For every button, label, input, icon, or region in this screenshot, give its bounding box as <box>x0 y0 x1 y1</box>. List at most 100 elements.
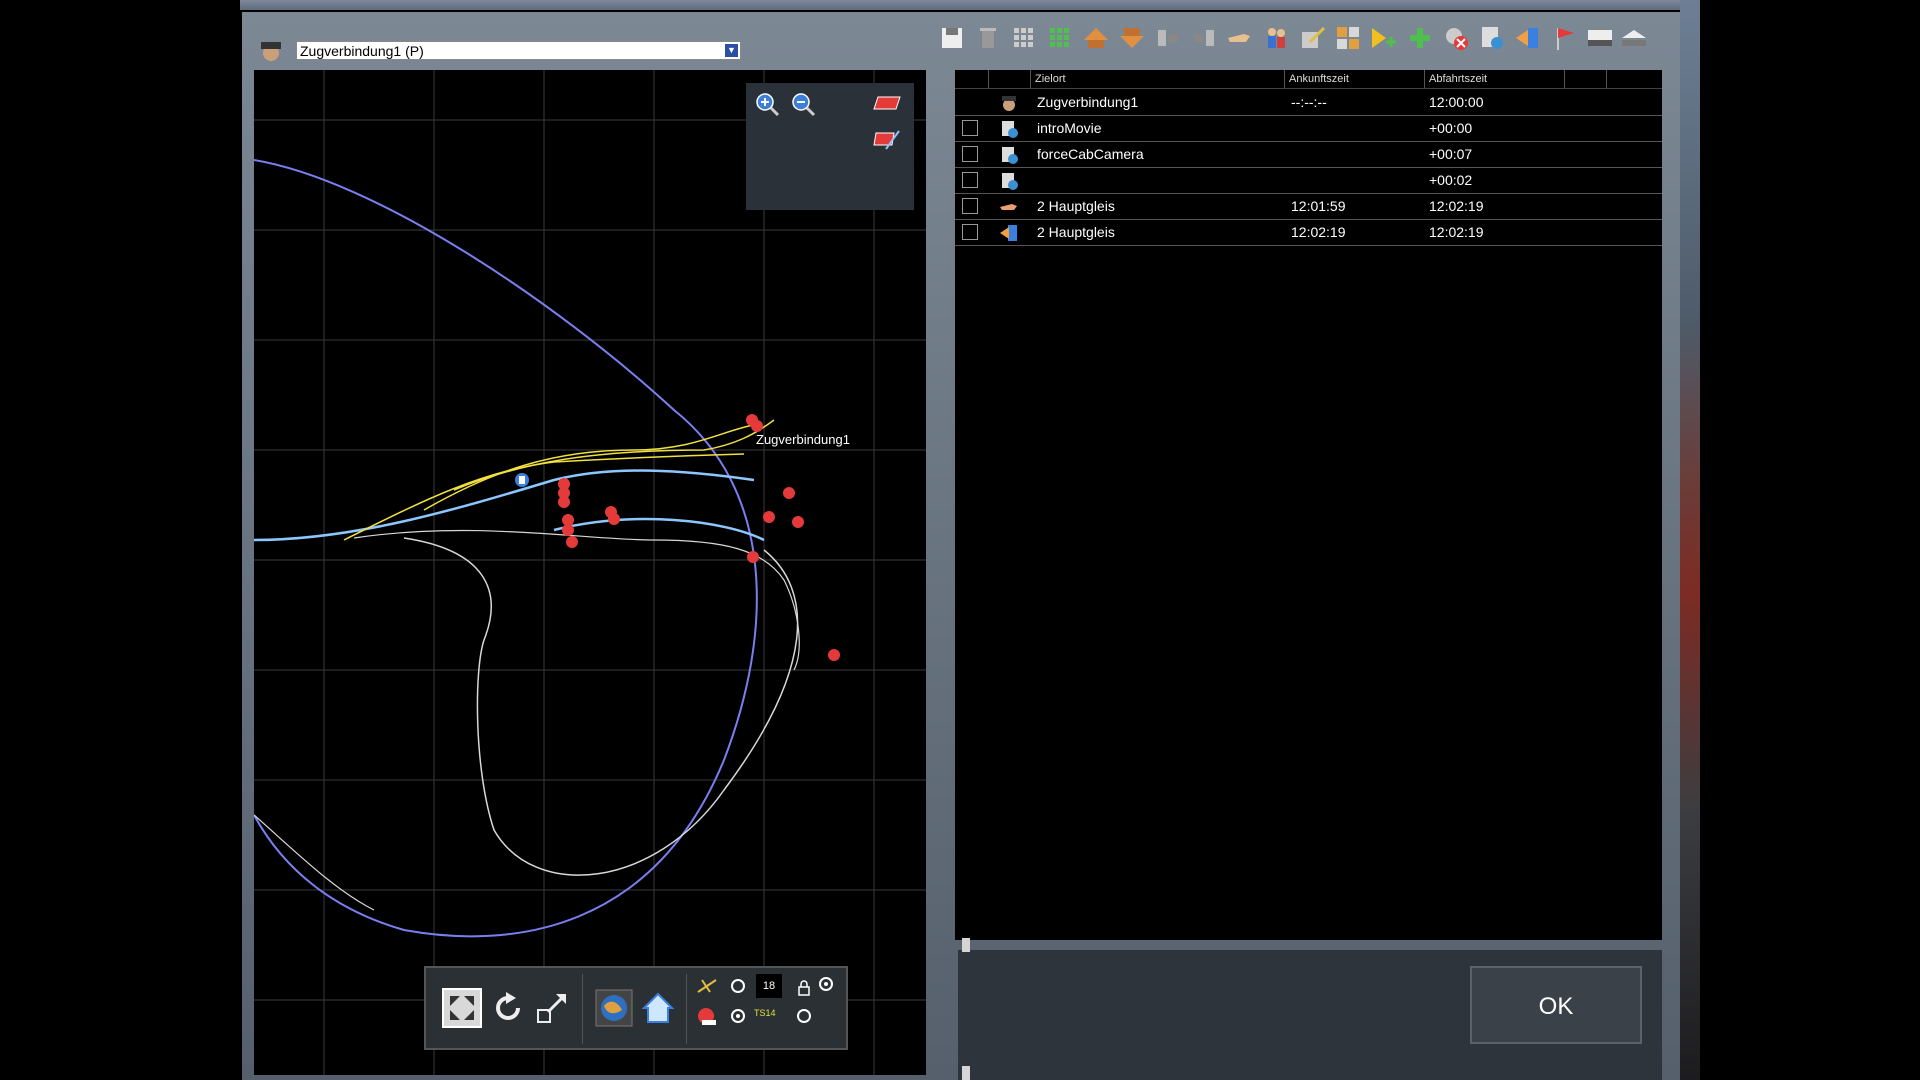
track-inner-loop <box>403 537 799 876</box>
row-departure: 12:00:00 <box>1429 94 1484 110</box>
fit-view-button[interactable] <box>442 988 482 1028</box>
header-ankunftszeit[interactable]: Ankunftszeit <box>1285 70 1425 88</box>
row-departure: 12:02:19 <box>1429 198 1484 214</box>
row-departure: +00:07 <box>1429 146 1473 162</box>
toolbar-divider-2 <box>686 974 687 1044</box>
eraser-icon[interactable] <box>872 93 902 113</box>
count-badge: 18 <box>756 974 782 998</box>
track-yellow-2 <box>423 424 755 511</box>
ts-label: TS14 <box>754 1008 776 1018</box>
row-departure: +00:00 <box>1429 120 1473 136</box>
world-background-left <box>0 0 240 1080</box>
radio-option-1[interactable] <box>730 978 746 994</box>
split-right-icon[interactable] <box>1190 24 1218 52</box>
remove-train-icon[interactable] <box>1442 24 1470 52</box>
train-stop-icon[interactable] <box>696 1006 720 1028</box>
grid-green-icon[interactable] <box>1046 24 1074 52</box>
move-up-icon[interactable] <box>1082 24 1110 52</box>
scrollbar-handle-bottom[interactable] <box>962 1066 970 1080</box>
schedule-table: Zielort Ankunftszeit Abfahrtszeit Zugver… <box>955 70 1662 940</box>
add-destination-icon[interactable] <box>1370 24 1398 52</box>
zoom-panel <box>746 83 914 210</box>
track-map-svg[interactable]: Zugverbindung1 <box>254 70 926 1075</box>
ok-button[interactable]: OK <box>1470 966 1642 1044</box>
header-extra-col <box>1565 70 1607 88</box>
arrive-arrow-icon <box>1000 225 1017 241</box>
world-background-right <box>1680 0 1920 1080</box>
save-icon[interactable] <box>938 24 966 52</box>
script-gear-icon <box>1002 173 1018 190</box>
zoom-in-icon[interactable] <box>754 91 780 117</box>
row-zielort: introMovie <box>1037 120 1102 136</box>
delete-icon[interactable] <box>974 24 1002 52</box>
table-row[interactable]: forceCabCamera +00:07 <box>955 142 1662 168</box>
header-zielort[interactable]: Zielort <box>1031 70 1285 88</box>
lock-icon[interactable] <box>798 980 810 996</box>
row-checkbox[interactable] <box>962 224 978 240</box>
track-main-loop <box>254 159 758 938</box>
panel-icon[interactable] <box>1586 24 1614 52</box>
header-icon-col <box>989 70 1031 88</box>
split-left-icon[interactable] <box>1154 24 1182 52</box>
coupling-icon[interactable] <box>1334 24 1362 52</box>
row-zielort: 2 Hauptgleis <box>1037 198 1115 214</box>
edit-track-icon[interactable] <box>872 127 902 153</box>
track-grey-2 <box>254 814 375 911</box>
passengers-icon[interactable] <box>1262 24 1290 52</box>
radio-option-4[interactable] <box>796 1008 812 1024</box>
row-arrival: 12:02:19 <box>1291 224 1346 240</box>
driver-icon <box>1002 96 1016 111</box>
track-grey-1 <box>353 529 800 671</box>
globe-icon[interactable] <box>594 988 634 1028</box>
row-checkbox[interactable] <box>962 146 978 162</box>
rotate-icon[interactable] <box>488 988 528 1028</box>
schedule-toolbar <box>930 14 1646 56</box>
row-arrival: --:--:-- <box>1291 94 1327 110</box>
script-gear-icon <box>1002 121 1018 138</box>
expand-icon <box>450 996 474 1020</box>
header-check-col <box>955 70 989 88</box>
row-checkbox[interactable] <box>962 172 978 188</box>
row-checkbox[interactable] <box>962 120 978 136</box>
chevron-down-icon[interactable]: ▼ <box>725 44 738 57</box>
flag-icon[interactable] <box>1550 24 1578 52</box>
edit-task-icon[interactable] <box>1298 24 1326 52</box>
row-zielort: 2 Hauptgleis <box>1037 224 1115 240</box>
train-position-icon[interactable] <box>515 473 529 487</box>
header-abfahrtszeit[interactable]: Abfahrtszeit <box>1425 70 1565 88</box>
table-row[interactable]: 2 Hauptgleis 12:02:19 12:02:19 <box>955 220 1662 246</box>
grid-icon[interactable] <box>1010 24 1038 52</box>
schedule-header: Zielort Ankunftszeit Abfahrtszeit <box>955 70 1662 89</box>
add-icon[interactable] <box>1406 24 1434 52</box>
pointing-hand-icon <box>1000 204 1017 210</box>
radio-option-3[interactable] <box>730 1008 746 1024</box>
row-zielort: Zugverbindung1 <box>1037 94 1139 110</box>
track-path <box>254 469 755 542</box>
map-train-label: Zugverbindung1 <box>756 432 850 447</box>
platform-icon[interactable] <box>1620 24 1648 52</box>
table-row[interactable]: 2 Hauptgleis 12:01:59 12:02:19 <box>955 194 1662 220</box>
script-settings-icon[interactable] <box>1478 24 1506 52</box>
home-icon[interactable] <box>638 988 678 1028</box>
resize-icon[interactable] <box>532 988 572 1028</box>
map-grid <box>254 70 926 1075</box>
table-row[interactable]: introMovie +00:00 <box>955 116 1662 142</box>
arrive-icon[interactable] <box>1514 24 1542 52</box>
pointing-hand-icon[interactable] <box>1226 24 1254 52</box>
world-background-top <box>240 0 1680 10</box>
train-select[interactable]: Zugverbindung1 (P) ▼ <box>296 41 741 60</box>
table-row[interactable]: +00:02 <box>955 168 1662 194</box>
train-select-value: Zugverbindung1 (P) <box>300 43 424 59</box>
row-departure: 12:02:19 <box>1429 224 1484 240</box>
track-tool-icon[interactable] <box>696 976 718 996</box>
map-toolbar: 18 TS14 <box>424 966 848 1050</box>
track-map[interactable]: Zugverbindung1 <box>254 70 926 1075</box>
table-row[interactable]: Zugverbindung1 --:--:-- 12:00:00 <box>955 90 1662 116</box>
scrollbar-handle[interactable] <box>962 938 970 952</box>
move-down-icon[interactable] <box>1118 24 1146 52</box>
driver-icon <box>261 42 281 61</box>
row-zielort: forceCabCamera <box>1037 146 1144 162</box>
radio-option-2[interactable] <box>818 976 834 992</box>
row-checkbox[interactable] <box>962 198 978 214</box>
zoom-out-icon[interactable] <box>790 91 816 117</box>
